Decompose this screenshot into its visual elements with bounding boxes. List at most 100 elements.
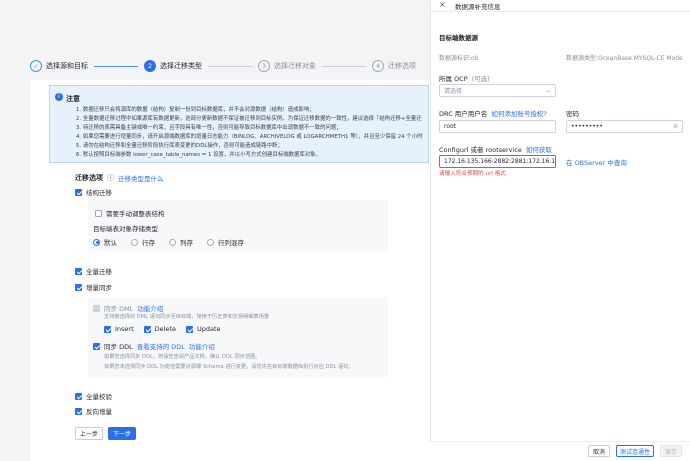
update-checkbox[interactable] [186,325,194,333]
step-3-number: 3 [258,60,270,72]
incremental-sync-checkbox[interactable] [75,283,82,291]
eye-off-icon[interactable]: ⊘ [673,123,678,130]
prev-step-button[interactable]: 上一步 [75,427,103,440]
notice-title: 注意 [66,95,80,103]
step-1-label: 选择源和目标 [46,62,88,70]
dml-ops-group: Insert Delete Update [104,325,221,333]
radio-button[interactable] [207,238,214,246]
options-title: 迁移选项 [75,174,103,182]
ddl-sync-checkbox[interactable] [93,342,100,350]
dml-insert-option[interactable]: Insert [104,325,134,333]
radio-button[interactable] [131,238,138,246]
storage-type-radio-group: 默认 行存 列存 行列混存 [93,237,244,247]
full-verify-option[interactable]: 全量校验 [75,391,112,401]
ddl-help-link[interactable]: 功能介绍 [189,341,215,351]
notice-box: i 注意 1. 数据迁移只会将源库的数据（结构）复制一份到目标数据库，并不会对源… [49,85,429,163]
step-connector [322,65,366,67]
ocp-select[interactable]: 请选择 ⌄ [439,84,556,97]
radio-label: 行存 [142,239,155,247]
manual-adjust-option[interactable]: 需要手动调整表结构 [95,208,165,218]
storage-type-default[interactable]: 默认 [93,237,117,247]
ddl-sync-option[interactable]: 同步 DDL 查看支持的 DDL 功能介绍 [93,341,215,351]
storage-type-hybrid[interactable]: 行列混存 [207,237,244,247]
ddl-description-1: 如果您选择同步 DDL，则请您查阅产品文档，确认 DDL 同步范围。 [104,354,261,360]
config-url-input[interactable]: 172.16.135.166:2882:2881;172.16.135 [439,155,556,168]
dml-sync-checkbox [93,304,100,312]
notice-line: 4. 如果您需要进行增量同步，请开启源端数据库的增量日志能力（BINLOG、AR… [76,134,423,140]
step-2-label: 选择迁移类型 [160,62,202,70]
notice-line: 6. 默认按照目标端参数 lower_case_table_names = 1 … [76,152,321,158]
chevron-down-icon: ⌄ [545,87,551,94]
dml-sync-label: 同步 DML [104,305,134,313]
close-icon[interactable]: × [439,0,446,9]
step-2[interactable]: 2 选择迁移类型 [144,60,202,72]
step-4[interactable]: 4 迁移选项 [372,60,416,72]
cancel-button[interactable]: 取消 [588,445,610,457]
ocp-label-row: 所属 OCP (可选) [439,73,490,83]
next-step-button[interactable]: 下一步 [108,427,136,440]
dml-description: 支持被选择的 DML 语句同步至目标端，常用于历史表和交易明细表场景 [104,314,270,320]
password-value: ••••••••• [571,123,603,130]
step-connector [94,65,138,67]
step-3[interactable]: 3 选择迁移对象 [258,60,316,72]
top-header-area [0,0,430,38]
datasource-drawer [430,0,690,461]
full-verify-checkbox[interactable] [75,392,82,400]
radio-button[interactable] [169,238,176,246]
incremental-sync-option[interactable]: 增量同步 [75,282,112,292]
drawer-section-title: 目标端数据源 [439,34,478,42]
config-label: Configurl 或者 rootservice [439,146,522,154]
ocp-placeholder: 请选择 [444,88,463,95]
password-label: 密码 [566,110,579,118]
migration-type-help-link[interactable]: 迁移类型是什么 [118,173,164,183]
notice-line: 5. 请勿在结构迁移和全量迁移阶段执行库表变更的DDL操作，否则可能造成链路中断… [76,143,283,149]
info-icon: i [55,93,63,101]
ddl-description-2: 如果您未选择同步 DDL 功能但需要对源端 Schema 进行变更，请您先在目标… [104,364,354,370]
storage-type-row[interactable]: 行存 [131,237,155,247]
step-4-number: 4 [372,60,384,72]
insert-label: Insert [115,325,134,333]
update-label: Update [197,325,221,333]
drc-user-label: DRC 用户用户名 [439,110,488,118]
config-label-row: Configurl 或者 rootservice 如何获取 [439,144,552,154]
config-help-link[interactable]: 如何获取 [526,144,552,154]
full-migration-label: 全量迁移 [86,268,112,276]
reverse-incremental-label: 反向增量 [86,408,112,416]
drc-username-input[interactable]: root [439,120,556,133]
password-input[interactable]: ••••••••• ⊘ [566,120,683,133]
ocp-label: 所属 OCP [439,75,468,83]
step-3-label: 选择迁移对象 [274,62,316,70]
manual-adjust-label: 需要手动调整表结构 [106,210,165,218]
full-verify-label: 全量校验 [86,393,112,401]
delete-checkbox[interactable] [143,325,151,333]
storage-type-label: 目标端表对象存储类型 [93,225,158,233]
radio-label: 行列混存 [218,239,244,247]
radio-button[interactable] [93,238,100,246]
dml-delete-option[interactable]: Delete [143,325,176,333]
test-connection-button[interactable]: 测试连通性 [616,445,654,457]
steps-bar: ✓ 选择源和目标 2 选择迁移类型 3 选择迁移对象 4 迁移选项 [30,56,430,76]
ddl-supported-link[interactable]: 查看支持的 DDL [137,341,185,351]
options-header: 迁移选项 ⓘ 迁移类型是什么 [75,173,164,183]
step-1-check-icon: ✓ [30,60,42,72]
drc-help-link[interactable]: 如何添加账号授权? [491,108,546,118]
full-migration-checkbox[interactable] [75,267,82,275]
notice-line: 3. 待迁移的表需具备主键或唯一约束，且字段具有唯一性，否则可能导致目标数据库中… [76,125,342,131]
schema-migration-checkbox[interactable] [75,188,82,196]
insert-checkbox[interactable] [104,325,111,333]
save-button[interactable]: 保存 [660,445,682,457]
dml-help-link[interactable]: 功能介绍 [137,303,163,313]
full-migration-option[interactable]: 全量迁移 [75,266,112,276]
question-circle-icon[interactable]: ⓘ [107,173,114,183]
reverse-incremental-checkbox[interactable] [75,407,82,415]
drawer-title: 数据源补充信息 [455,3,501,11]
manual-adjust-checkbox[interactable] [95,209,102,217]
observer-query-link[interactable]: 在 OBServer 中查询 [566,157,627,167]
step-1[interactable]: ✓ 选择源和目标 [30,60,88,72]
storage-type-column[interactable]: 列存 [169,237,193,247]
dml-update-option[interactable]: Update [186,325,221,333]
dml-sync-option[interactable]: 同步 DML 功能介绍 [93,303,163,313]
reverse-incremental-option[interactable]: 反向增量 [75,406,112,416]
incremental-sync-label: 增量同步 [86,284,112,292]
schema-migration-option[interactable]: 结构迁移 [75,187,112,197]
